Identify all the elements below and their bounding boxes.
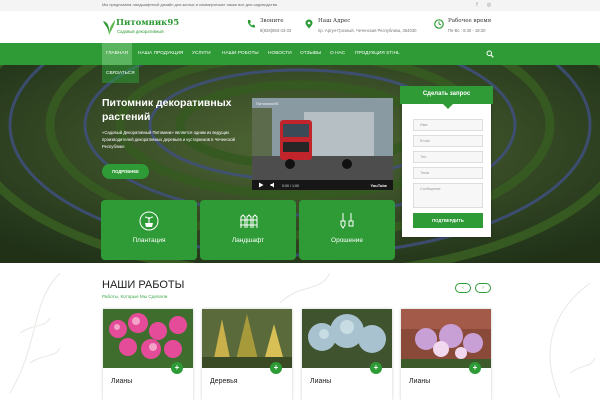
work-card[interactable]: + Лианы (401, 309, 491, 400)
work-photo-pink-flowers (103, 309, 193, 368)
nav-item-works[interactable]: НАШИ РОБОТЫ (218, 43, 263, 65)
hero: СВЯЗАТЬСЯ Питомник декоративных растений… (0, 65, 600, 263)
service-irrigation[interactable]: Орошение (299, 200, 395, 260)
top-bar-message: Мы предлагаем ландшафтный дизайн для жил… (102, 2, 278, 7)
facebook-icon[interactable]: f (474, 2, 480, 8)
logo-subtitle: Садовый декоративный (117, 29, 164, 34)
shovel-icon (340, 213, 354, 229)
play-icon[interactable] (258, 182, 264, 188)
address-value: пр. Аргун-Грозный, Чеченская Республика,… (318, 28, 417, 33)
volume-icon[interactable] (270, 182, 276, 188)
nav-item-contact[interactable]: СВЯЗАТЬСЯ (102, 65, 139, 83)
more-button[interactable]: ПОДРОБНЕЕ (102, 164, 149, 179)
work-photo-hydrangea (401, 309, 491, 368)
logo-name: Питомник95 (116, 18, 180, 28)
video-title: Питомник95 (256, 101, 279, 106)
main-nav: ГЛАВНАЯ НАША ПРОДУКЦИЯ УСЛУГИ НАШИ РОБОТ… (0, 43, 600, 65)
address-label: Наш Адрес (318, 18, 351, 24)
submit-button[interactable]: ПОДТВЕРДИТЬ (413, 213, 483, 228)
plant-pot-icon (139, 211, 159, 231)
work-photo-conifers (202, 309, 292, 368)
search-icon[interactable] (486, 50, 494, 58)
phone-label: Звоните (260, 18, 284, 24)
nav-item-services[interactable]: УСЛУГИ (188, 43, 215, 65)
truck-thumbnail (252, 98, 393, 190)
work-card[interactable]: + Лианы (103, 309, 193, 400)
video-player[interactable]: Питомник95 0:00 / 1:00 YouTube (252, 98, 393, 190)
video-time: 0:00 / 1:00 (282, 184, 299, 188)
works-subtitle: Работы, Которые Мы Сделали (102, 294, 168, 299)
hero-title: Питомник декоративных растений (102, 97, 232, 123)
work-title: Лианы (409, 378, 431, 385)
plus-icon[interactable]: + (270, 362, 282, 374)
hours-value: Пн-Вс : 8:30 - 18:30 (448, 28, 486, 33)
youtube-logo[interactable]: YouTube (370, 183, 387, 188)
request-form: Сделать запрос Имя Email Тел Тема Сообще… (400, 86, 493, 237)
message-field[interactable]: Сообщение (413, 183, 483, 208)
next-button[interactable]: › (475, 283, 491, 293)
work-title: Лианы (111, 378, 133, 385)
hero-description: «Садовый Декоративный Питомник» является… (102, 130, 236, 149)
video-controls: 0:00 / 1:00 YouTube (252, 180, 393, 190)
leaf-decoration (9, 272, 596, 399)
plus-icon[interactable]: + (370, 362, 382, 374)
service-plantation[interactable]: Плантация (101, 200, 197, 260)
plus-icon[interactable]: + (171, 362, 183, 374)
email-field[interactable]: Email (413, 135, 483, 147)
header: Питомник95 Садовый декоративный Звоните … (0, 11, 600, 43)
service-label: Орошение (331, 237, 363, 244)
name-field[interactable]: Имя (413, 119, 483, 131)
service-label: Плантация (132, 237, 166, 244)
logo[interactable]: Питомник95 Садовый декоративный (102, 16, 182, 40)
form-title-arrow (443, 104, 453, 109)
work-card[interactable]: + Лианы (302, 309, 392, 400)
nav-item-reviews[interactable]: ОТЗЫВЫ (296, 43, 325, 65)
service-landscape[interactable]: Ландшафт (200, 200, 296, 260)
top-bar: Мы предлагаем ландшафтный дизайн для жил… (0, 0, 600, 11)
phone-icon (247, 20, 255, 28)
works-title: НАШИ РАБОТЫ (102, 279, 185, 291)
phone-field[interactable]: Тел (413, 151, 483, 163)
work-title: Деревья (210, 378, 238, 385)
plus-icon[interactable]: + (469, 362, 481, 374)
prev-button[interactable]: ‹ (455, 283, 471, 293)
work-photo-blue-spruce (302, 309, 392, 368)
form-title: Сделать запрос (400, 86, 493, 104)
clock-icon (434, 19, 444, 29)
location-pin-icon (305, 19, 313, 29)
work-card[interactable]: + Деревья (202, 309, 292, 400)
work-title: Лианы (310, 378, 332, 385)
nav-item-about[interactable]: О НАС (326, 43, 349, 65)
nav-item-stihl[interactable]: ПРОДУКЦИЯ STIHL (351, 43, 404, 65)
leaf-logo-icon (103, 20, 115, 35)
instagram-icon[interactable]: ◎ (486, 2, 492, 8)
subject-field[interactable]: Тема (413, 167, 483, 179)
service-label: Ландшафт (231, 237, 265, 244)
phone-value: 8(928)893-33-33 (260, 28, 292, 33)
nav-item-products[interactable]: НАША ПРОДУКЦИЯ (134, 43, 187, 65)
fence-icon (240, 214, 258, 228)
hours-label: Рабочее время (448, 18, 492, 24)
nav-item-home[interactable]: ГЛАВНАЯ (102, 43, 133, 65)
nav-item-news[interactable]: НОВОСТИ (264, 43, 296, 65)
